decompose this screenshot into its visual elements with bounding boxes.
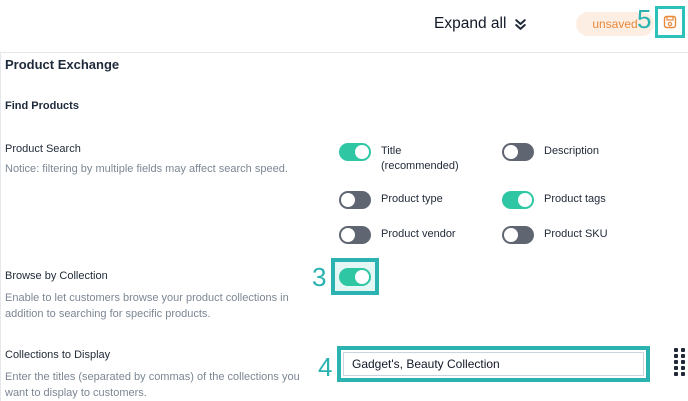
divider bbox=[0, 52, 688, 53]
toggle-knob bbox=[518, 193, 532, 207]
browse-by-collection-title: Browse by Collection bbox=[5, 270, 108, 282]
toggle-switch[interactable] bbox=[339, 191, 371, 209]
toggle-knob bbox=[504, 145, 518, 159]
browse-by-collection-toggle-highlight[interactable] bbox=[331, 258, 379, 295]
toggle-switch[interactable] bbox=[502, 191, 534, 209]
save-button[interactable] bbox=[655, 6, 685, 38]
toggle-knob bbox=[504, 228, 518, 242]
callout-number-save: 5 bbox=[637, 4, 652, 34]
search-option-title-label: Title (recommended) bbox=[381, 145, 459, 172]
collections-to-display-description: Enter the titles (separated by commas) o… bbox=[5, 371, 300, 399]
toggle-switch[interactable] bbox=[339, 226, 371, 244]
search-option-title[interactable]: Title (recommended) bbox=[339, 143, 476, 174]
search-option-product-sku[interactable]: Product SKU bbox=[502, 226, 608, 244]
top-bar: Expand all unsaved 5 bbox=[0, 0, 688, 52]
search-option-product-type[interactable]: Product type bbox=[339, 191, 443, 209]
toggle-knob bbox=[341, 228, 355, 242]
panel-border bbox=[0, 52, 1, 401]
callout-number-collections: 4 bbox=[318, 352, 333, 382]
section-title: Product Exchange bbox=[5, 57, 120, 72]
search-option-description-label: Description bbox=[544, 145, 600, 157]
save-icon bbox=[663, 15, 677, 29]
toggle-knob bbox=[355, 269, 369, 284]
toggle-knob bbox=[341, 193, 355, 207]
search-option-product-sku-label: Product SKU bbox=[544, 228, 608, 240]
collections-input-highlight bbox=[337, 346, 650, 382]
search-option-product-vendor-label: Product vendor bbox=[381, 228, 456, 240]
callout-number-browse: 3 bbox=[312, 262, 327, 292]
search-option-product-type-label: Product type bbox=[381, 193, 443, 205]
section-subtitle: Find Products bbox=[5, 100, 79, 112]
search-option-product-tags[interactable]: Product tags bbox=[502, 191, 606, 209]
expand-all-label: Expand all bbox=[434, 15, 507, 32]
collections-to-display-title: Collections to Display bbox=[5, 349, 111, 361]
toggle-switch[interactable] bbox=[502, 226, 534, 244]
browse-by-collection-toggle[interactable] bbox=[339, 267, 371, 286]
toggle-knob bbox=[355, 145, 369, 159]
search-option-product-vendor[interactable]: Product vendor bbox=[339, 226, 456, 244]
collections-input[interactable] bbox=[343, 352, 644, 376]
expand-all-button[interactable]: Expand all bbox=[434, 13, 527, 35]
toggle-switch[interactable] bbox=[339, 143, 371, 161]
drag-handle-icon[interactable] bbox=[674, 348, 686, 378]
browse-by-collection-description: Enable to let customers browse your prod… bbox=[5, 292, 289, 320]
toggle-switch[interactable] bbox=[502, 143, 534, 161]
double-chevron-down-icon bbox=[515, 18, 527, 30]
product-search-description: Notice: filtering by multiple fields may… bbox=[5, 163, 288, 175]
product-search-title: Product Search bbox=[5, 143, 81, 155]
search-option-description[interactable]: Description bbox=[502, 143, 599, 161]
search-option-product-tags-label: Product tags bbox=[544, 193, 606, 205]
